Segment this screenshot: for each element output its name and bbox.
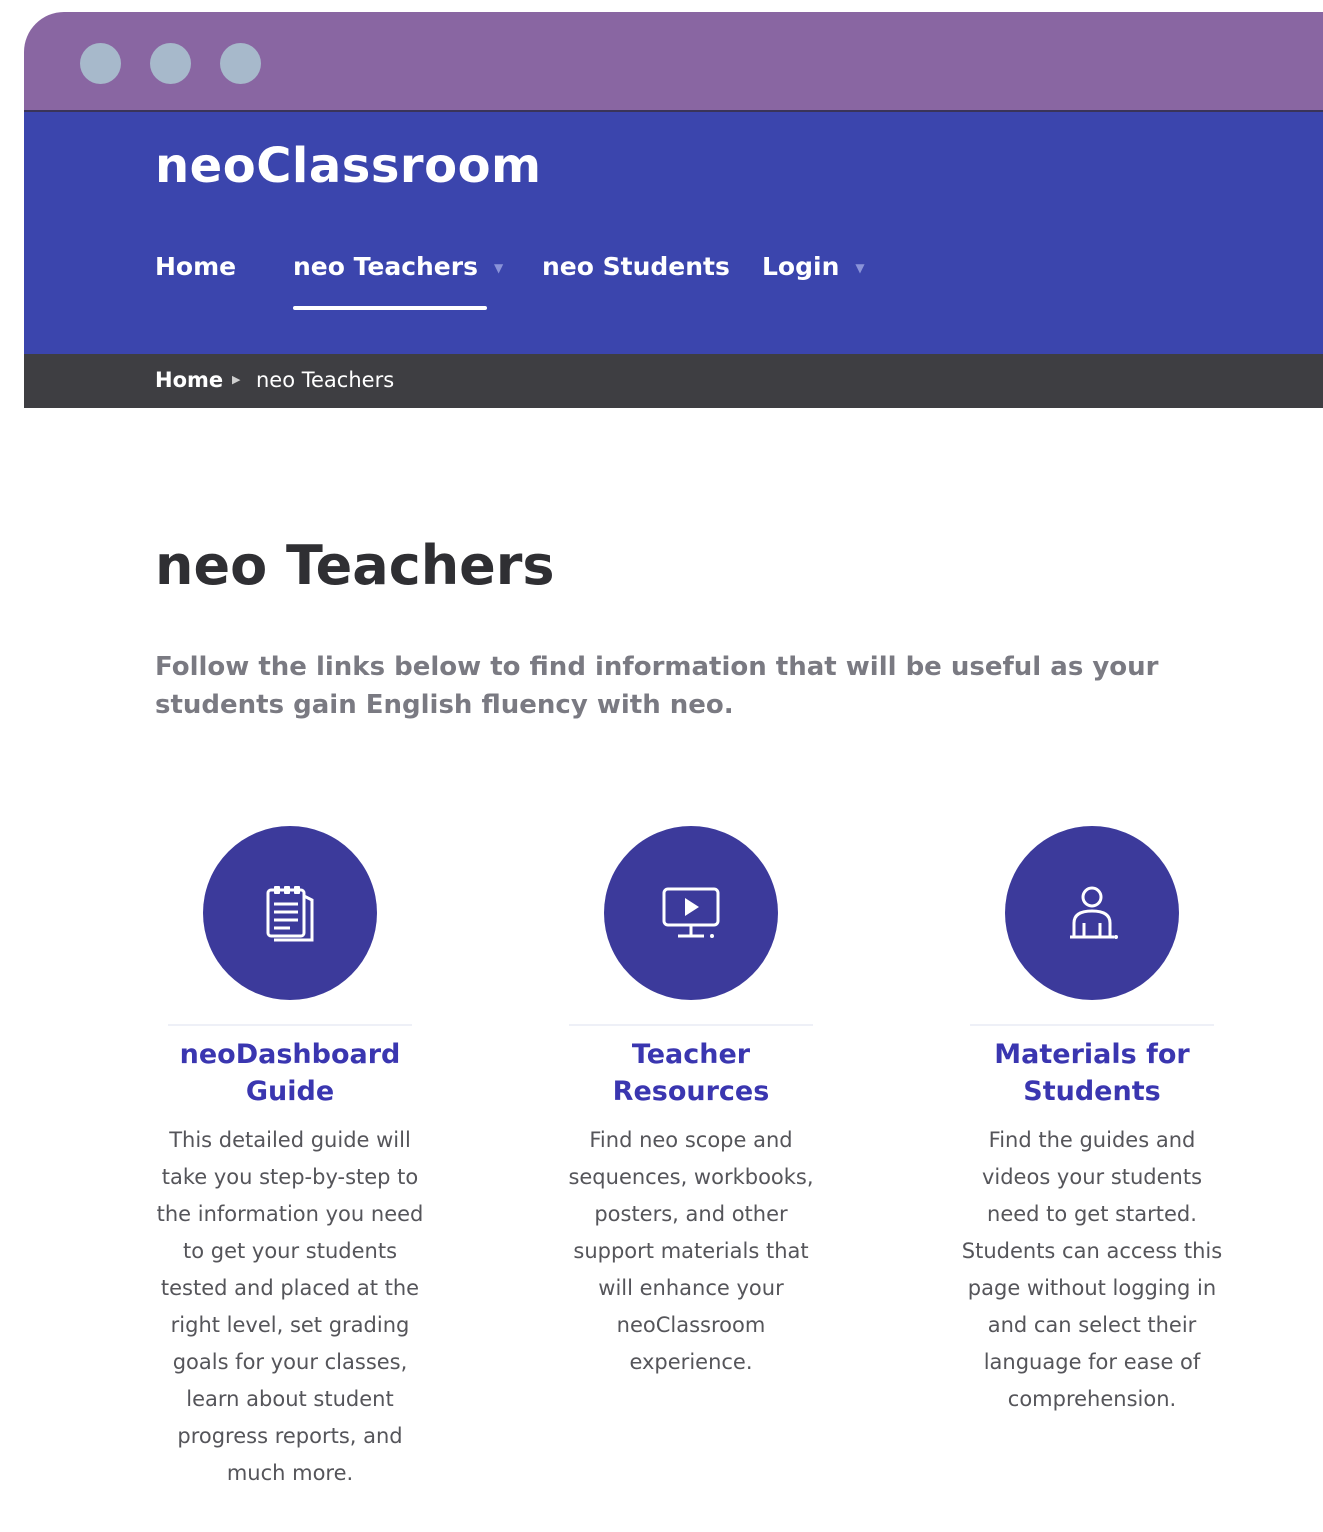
intro-text: Follow the links below to find informati…	[155, 652, 1159, 720]
nav-neo-teachers[interactable]: neo Teachers ▼	[293, 252, 503, 281]
card-icon-circle[interactable]	[203, 826, 377, 1000]
card-materials-for-students[interactable]: Materials for Students Find the guides a…	[957, 826, 1227, 1418]
card-title[interactable]: Teacher Resources	[556, 1036, 826, 1110]
site-logo[interactable]: neoClassroom	[155, 138, 542, 194]
nav-active-indicator	[293, 306, 487, 310]
monitor-play-icon	[662, 887, 720, 938]
card-description: Find neo scope and sequences, workbooks,…	[568, 1128, 814, 1374]
guide-document-icon	[266, 886, 314, 942]
main-content: neo Teachers Follow the links below to f…	[24, 408, 1323, 1532]
nav-login[interactable]: Login ▼	[762, 252, 865, 281]
card-description: This detailed guide will take you step-b…	[156, 1128, 424, 1485]
chevron-down-icon: ▼	[855, 261, 865, 275]
card-title[interactable]: Materials for Students	[957, 1036, 1227, 1110]
card-divider	[970, 1024, 1214, 1026]
breadcrumb: Home ▶ neo Teachers	[24, 354, 1323, 408]
window-close-button[interactable]	[80, 43, 121, 84]
card-teacher-resources[interactable]: Teacher Resources Find neo scope and seq…	[556, 826, 826, 1381]
card-neodashboard-guide[interactable]: neoDashboard Guide This detailed guide w…	[155, 826, 425, 1492]
nav-home-label: Home	[155, 252, 237, 281]
card-description: Find the guides and videos your students…	[961, 1128, 1223, 1411]
window-maximize-button[interactable]	[220, 43, 261, 84]
nav-home[interactable]: Home	[155, 252, 236, 281]
site-header: neoClassroom Home neo Teachers ▼ neo Stud…	[24, 112, 1323, 354]
breadcrumb-current: neo Teachers	[256, 368, 395, 392]
breadcrumb-home[interactable]: Home	[155, 368, 223, 392]
card-title[interactable]: neoDashboard Guide	[155, 1036, 425, 1110]
card-divider	[569, 1024, 813, 1026]
card-icon-circle[interactable]	[1005, 826, 1179, 1000]
nav-login-label: Login	[762, 252, 840, 281]
nav-neo-students[interactable]: neo Students	[542, 252, 730, 281]
student-user-icon	[1070, 886, 1118, 939]
card-icon-circle[interactable]	[604, 826, 778, 1000]
chevron-down-icon: ▼	[493, 261, 504, 275]
card-divider	[168, 1024, 412, 1026]
browser-window: neoClassroom Home neo Teachers ▼ neo Stud…	[24, 12, 1323, 1532]
window-titlebar	[24, 12, 1323, 112]
window-minimize-button[interactable]	[150, 43, 191, 84]
nav-neo-teachers-label: neo Teachers	[293, 252, 478, 281]
breadcrumb-separator-icon: ▶	[232, 374, 241, 386]
nav-neo-students-label: neo Students	[542, 252, 730, 281]
page-title: neo Teachers	[155, 534, 555, 597]
